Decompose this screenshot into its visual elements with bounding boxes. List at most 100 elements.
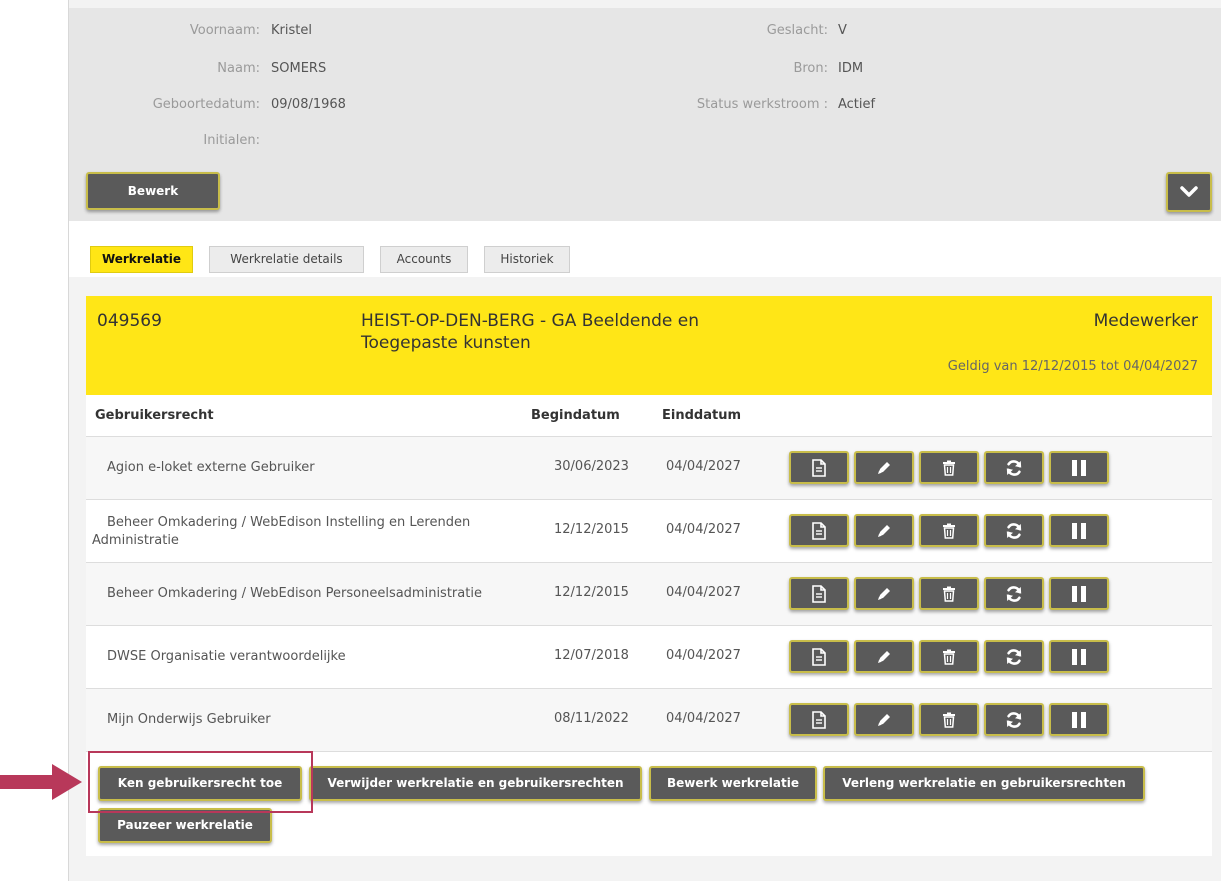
delete-right-button[interactable] — [919, 577, 979, 610]
gebruikersrecht-name-line: Mijn Onderwijs Gebruiker — [107, 712, 271, 727]
geslacht-label: Geslacht: — [766, 23, 828, 38]
pauzeer-werkrelatie-button[interactable]: Pauzeer werkrelatie — [98, 808, 272, 843]
chevron-down-icon — [1180, 186, 1198, 197]
document-icon — [811, 458, 827, 477]
pause-right-button[interactable] — [1049, 514, 1109, 547]
table-row: DWSE Organisatie verantwoordelijke 12/07/… — [86, 626, 1212, 689]
annotation-highlight-box — [88, 751, 313, 813]
trash-icon — [942, 712, 956, 728]
relation-validity: Geldig van 12/12/2015 tot 04/04/2027 — [947, 359, 1198, 374]
gebruikersrecht-name-line: Beheer Omkadering / WebEdison Personeels… — [107, 586, 482, 601]
institution-line-2: Toegepaste kunsten — [361, 333, 531, 353]
relation-role: Medewerker — [1093, 311, 1198, 331]
verwijder-werkrelatie-button[interactable]: Verwijder werkrelatie en gebruikersrecht… — [309, 766, 642, 801]
naam-value: SOMERS — [271, 61, 327, 76]
pause-right-button[interactable] — [1049, 451, 1109, 484]
pause-icon — [1071, 648, 1087, 666]
annotation-arrow-icon — [0, 764, 82, 800]
relation-number: 049569 — [97, 311, 162, 331]
begindatum-cell: 12/12/2015 — [554, 522, 629, 537]
einddatum-cell: 04/04/2027 — [666, 459, 741, 474]
document-icon — [811, 647, 827, 666]
tab-historiek[interactable]: Historiek — [484, 246, 570, 273]
pause-icon — [1071, 585, 1087, 603]
bewerk-werkrelatie-button[interactable]: Bewerk werkrelatie — [649, 766, 817, 801]
begindatum-cell: 30/06/2023 — [554, 459, 629, 474]
geslacht-value: V — [838, 23, 847, 38]
refresh-icon — [1005, 648, 1023, 666]
tab-werkrelatie-details[interactable]: Werkrelatie details — [209, 246, 364, 273]
institution-line-1: HEIST-OP-DEN-BERG - GA Beeldende en — [361, 311, 699, 331]
table-row: Mijn Onderwijs Gebruiker 08/11/2022 04/04/… — [86, 689, 1212, 752]
voornaam-label: Voornaam: — [189, 23, 260, 38]
pause-icon — [1071, 711, 1087, 729]
einddatum-cell: 04/04/2027 — [666, 585, 741, 600]
renew-right-button[interactable] — [984, 514, 1044, 547]
header-gebruikersrecht: Gebruikersrecht — [95, 408, 214, 423]
trash-icon — [942, 460, 956, 476]
collapse-toggle-button[interactable] — [1166, 172, 1212, 212]
view-details-button[interactable] — [789, 514, 849, 547]
tab-werkrelatie[interactable]: Werkrelatie — [90, 246, 193, 273]
naam-label: Naam: — [217, 61, 260, 76]
gebruikersrecht-name: Beheer Omkadering / WebEdison Instelling… — [86, 514, 506, 550]
status-value: Actief — [838, 97, 876, 112]
delete-right-button[interactable] — [919, 640, 979, 673]
pause-icon — [1071, 459, 1087, 477]
edit-right-button[interactable] — [854, 703, 914, 736]
einddatum-cell: 04/04/2027 — [666, 711, 741, 726]
bewerk-button[interactable]: Bewerk — [86, 172, 220, 210]
initialen-label: Initialen: — [203, 133, 260, 148]
bron-label: Bron: — [793, 61, 828, 76]
renew-right-button[interactable] — [984, 640, 1044, 673]
einddatum-cell: 04/04/2027 — [666, 648, 741, 663]
edit-right-button[interactable] — [854, 577, 914, 610]
view-details-button[interactable] — [789, 451, 849, 484]
gebruikersrecht-name-line-2: Administratie — [92, 533, 179, 548]
pause-right-button[interactable] — [1049, 640, 1109, 673]
edit-right-button[interactable] — [854, 514, 914, 547]
trash-icon — [942, 523, 956, 539]
delete-right-button[interactable] — [919, 703, 979, 736]
document-icon — [811, 521, 827, 540]
pencil-icon — [876, 649, 892, 665]
pencil-icon — [876, 523, 892, 539]
table-row: Agion e-loket externe Gebruiker 30/06/202… — [86, 437, 1212, 500]
begindatum-cell: 08/11/2022 — [554, 711, 629, 726]
refresh-icon — [1005, 585, 1023, 603]
table-row: Beheer Omkadering / WebEdison Personeels… — [86, 563, 1212, 626]
view-details-button[interactable] — [789, 640, 849, 673]
view-details-button[interactable] — [789, 577, 849, 610]
voornaam-value: Kristel — [271, 23, 312, 38]
einddatum-cell: 04/04/2027 — [666, 522, 741, 537]
table-header: Gebruikersrecht Begindatum Einddatum — [86, 396, 1212, 437]
gebruikersrecht-name-line: Beheer Omkadering / WebEdison Instelling… — [107, 515, 471, 530]
header-einddatum: Einddatum — [662, 408, 741, 423]
delete-right-button[interactable] — [919, 514, 979, 547]
relation-banner: 049569 HEIST-OP-DEN-BERG - GA Beeldende … — [86, 296, 1212, 395]
edit-right-button[interactable] — [854, 451, 914, 484]
renew-right-button[interactable] — [984, 451, 1044, 484]
edit-right-button[interactable] — [854, 640, 914, 673]
begindatum-cell: 12/12/2015 — [554, 585, 629, 600]
pencil-icon — [876, 586, 892, 602]
gebruikersrecht-name-line: DWSE Organisatie verantwoordelijke — [107, 649, 346, 664]
renew-right-button[interactable] — [984, 577, 1044, 610]
renew-right-button[interactable] — [984, 703, 1044, 736]
view-details-button[interactable] — [789, 703, 849, 736]
gebruikersrecht-name: Beheer Omkadering / WebEdison Personeels… — [86, 585, 506, 603]
refresh-icon — [1005, 459, 1023, 477]
relation-institution: HEIST-OP-DEN-BERG - GA Beeldende en Toeg… — [361, 310, 781, 354]
tab-accounts[interactable]: Accounts — [380, 246, 468, 273]
begindatum-cell: 12/07/2018 — [554, 648, 629, 663]
pause-right-button[interactable] — [1049, 577, 1109, 610]
pause-right-button[interactable] — [1049, 703, 1109, 736]
status-label: Status werkstroom : — [696, 97, 828, 112]
geboortedatum-value: 09/08/1968 — [271, 97, 346, 112]
document-icon — [811, 710, 827, 729]
header-begindatum: Begindatum — [531, 408, 620, 423]
delete-right-button[interactable] — [919, 451, 979, 484]
gebruikersrecht-name: Agion e-loket externe Gebruiker — [86, 459, 506, 477]
verleng-werkrelatie-button[interactable]: Verleng werkrelatie en gebruikersrechten — [823, 766, 1145, 801]
trash-icon — [942, 586, 956, 602]
